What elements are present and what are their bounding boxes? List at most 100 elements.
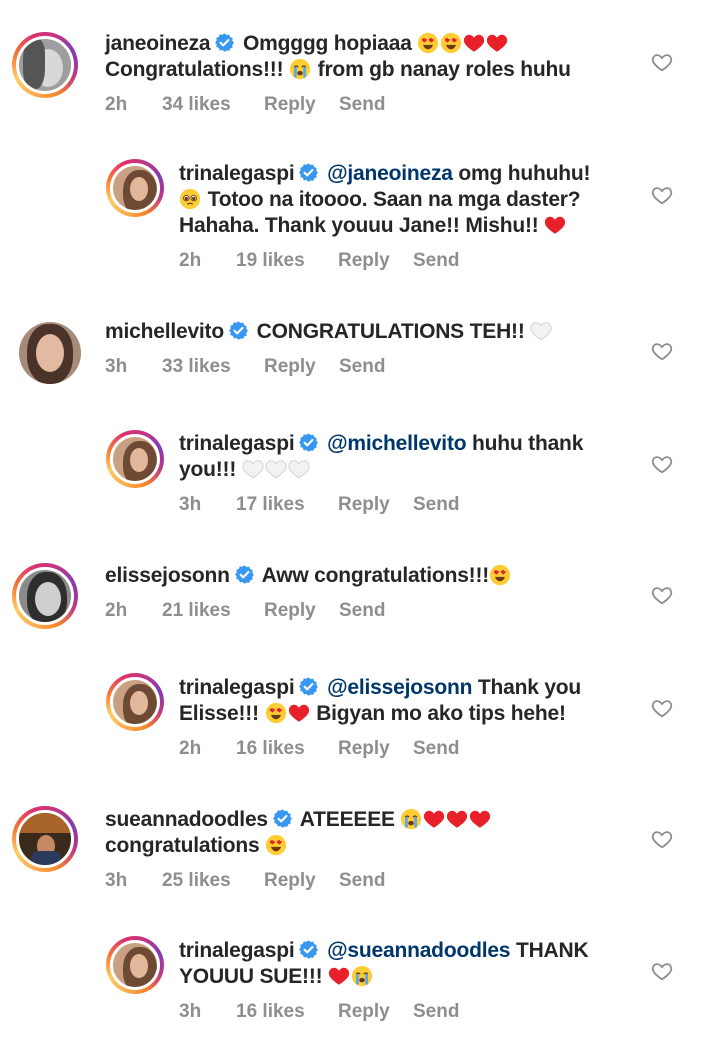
comment-meta: 3h 17 likes Reply Send	[179, 494, 459, 516]
comment-message: congratulations	[105, 834, 260, 857]
timestamp: 3h	[179, 494, 202, 515]
white-heart-emoji-icon	[288, 458, 310, 480]
username[interactable]: trinalegaspi	[179, 676, 295, 699]
comment-message: THANK	[515, 939, 589, 962]
red-heart-emoji-icon	[486, 32, 508, 54]
white-heart-emoji-icon	[265, 458, 287, 480]
reply-button[interactable]: Reply	[338, 250, 413, 272]
mention-link[interactable]: @janeoineza	[327, 162, 453, 185]
comment-message: omg huhuhu!	[458, 162, 591, 185]
reply-button[interactable]: Reply	[264, 356, 339, 378]
comment-meta: 3h 16 likes Reply Send	[179, 1001, 459, 1023]
send-button[interactable]: Send	[413, 250, 459, 272]
send-button[interactable]: Send	[339, 870, 385, 892]
avatar[interactable]	[12, 32, 78, 98]
reply-button[interactable]: Reply	[338, 738, 413, 760]
send-button[interactable]: Send	[339, 94, 385, 116]
timestamp: 2h	[179, 738, 202, 759]
avatar[interactable]	[106, 430, 164, 488]
white-heart-emoji-icon	[242, 458, 264, 480]
comment-message: from gb nanay roles huhu	[317, 58, 571, 81]
comment-message: Bigyan mo ako tips hehe!	[316, 702, 566, 725]
crying-emoji-icon	[351, 965, 373, 987]
comment-message: Congratulations!!!	[105, 58, 284, 81]
username[interactable]: trinalegaspi	[179, 939, 295, 962]
avatar[interactable]	[12, 563, 78, 629]
like-heart-icon[interactable]	[651, 697, 673, 719]
likes-count[interactable]: 34 likes	[162, 94, 264, 116]
reply-button[interactable]: Reply	[264, 870, 339, 892]
send-button[interactable]: Send	[339, 356, 385, 378]
likes-count[interactable]: 33 likes	[162, 356, 264, 378]
timestamp: 2h	[105, 94, 128, 115]
comment-message: Totoo na itoooo. Saan na mga daster?	[207, 188, 581, 211]
likes-count[interactable]: 21 likes	[162, 600, 264, 622]
username[interactable]: janeoineza	[105, 32, 211, 55]
reply-button[interactable]: Reply	[338, 494, 413, 516]
comment-text: trinalegaspi @elissejosonn Thank you Eli…	[179, 675, 629, 727]
comment-text: trinalegaspi @janeoineza omg huhuhu! Tot…	[179, 161, 629, 239]
heart-eyes-emoji-icon	[489, 564, 511, 586]
username[interactable]: trinalegaspi	[179, 432, 295, 455]
avatar[interactable]	[106, 159, 164, 217]
mention-link[interactable]: @elissejosonn	[327, 676, 472, 699]
red-heart-emoji-icon	[544, 214, 566, 236]
red-heart-emoji-icon	[423, 808, 445, 830]
send-button[interactable]: Send	[413, 1001, 459, 1023]
comment-message: Thank you	[477, 676, 582, 699]
comment-text: trinalegaspi @sueannadoodles THANK YOUUU…	[179, 938, 629, 990]
like-heart-icon[interactable]	[651, 828, 673, 850]
likes-count[interactable]: 17 likes	[236, 494, 338, 516]
comment-text: sueannadoodles ATEEEEE congratulations	[105, 807, 645, 859]
red-heart-emoji-icon	[469, 808, 491, 830]
verified-icon	[298, 432, 319, 453]
crying-emoji-icon	[400, 808, 422, 830]
likes-count[interactable]: 19 likes	[236, 250, 338, 272]
verified-icon	[234, 564, 255, 585]
comment-meta: 2h 19 likes Reply Send	[179, 250, 459, 272]
like-heart-icon[interactable]	[651, 184, 673, 206]
comment-message: Aww congratulations!!!	[261, 564, 490, 587]
reply-button[interactable]: Reply	[338, 1001, 413, 1023]
username[interactable]: trinalegaspi	[179, 162, 295, 185]
likes-count[interactable]: 25 likes	[162, 870, 264, 892]
like-heart-icon[interactable]	[651, 51, 673, 73]
likes-count[interactable]: 16 likes	[236, 1001, 338, 1023]
comment-meta: 3h 33 likes Reply Send	[105, 356, 385, 378]
comment-message: huhu thank	[472, 432, 584, 455]
heart-eyes-emoji-icon	[265, 702, 287, 724]
comment-text: michellevito CONGRATULATIONS TEH!!	[105, 319, 645, 345]
mention-link[interactable]: @michellevito	[327, 432, 466, 455]
comment-message: Omgggg hopiaaa	[243, 32, 412, 55]
reply-button[interactable]: Reply	[264, 94, 339, 116]
avatar[interactable]	[106, 936, 164, 994]
verified-icon	[298, 676, 319, 697]
timestamp: 2h	[105, 600, 128, 621]
comment-text: janeoineza Omgggg hopiaaa Congratulation…	[105, 31, 645, 83]
avatar[interactable]	[106, 673, 164, 731]
timestamp: 3h	[179, 1001, 202, 1022]
comment-meta: 2h 21 likes Reply Send	[105, 600, 385, 622]
like-heart-icon[interactable]	[651, 453, 673, 475]
send-button[interactable]: Send	[339, 600, 385, 622]
crying-emoji-icon	[289, 58, 311, 80]
comment-meta: 2h 34 likes Reply Send	[105, 94, 385, 116]
reply-button[interactable]: Reply	[264, 600, 339, 622]
send-button[interactable]: Send	[413, 738, 459, 760]
heart-eyes-emoji-icon	[417, 32, 439, 54]
mention-link[interactable]: @sueannadoodles	[327, 939, 510, 962]
username[interactable]: sueannadoodles	[105, 808, 268, 831]
like-heart-icon[interactable]	[651, 584, 673, 606]
avatar[interactable]	[19, 322, 81, 384]
comment-meta: 3h 25 likes Reply Send	[105, 870, 385, 892]
username[interactable]: michellevito	[105, 320, 224, 343]
likes-count[interactable]: 16 likes	[236, 738, 338, 760]
username[interactable]: elissejosonn	[105, 564, 230, 587]
send-button[interactable]: Send	[413, 494, 459, 516]
avatar[interactable]	[12, 806, 78, 872]
red-heart-emoji-icon	[288, 702, 310, 724]
like-heart-icon[interactable]	[651, 340, 673, 362]
verified-icon	[272, 808, 293, 829]
heart-eyes-emoji-icon	[265, 834, 287, 856]
like-heart-icon[interactable]	[651, 960, 673, 982]
